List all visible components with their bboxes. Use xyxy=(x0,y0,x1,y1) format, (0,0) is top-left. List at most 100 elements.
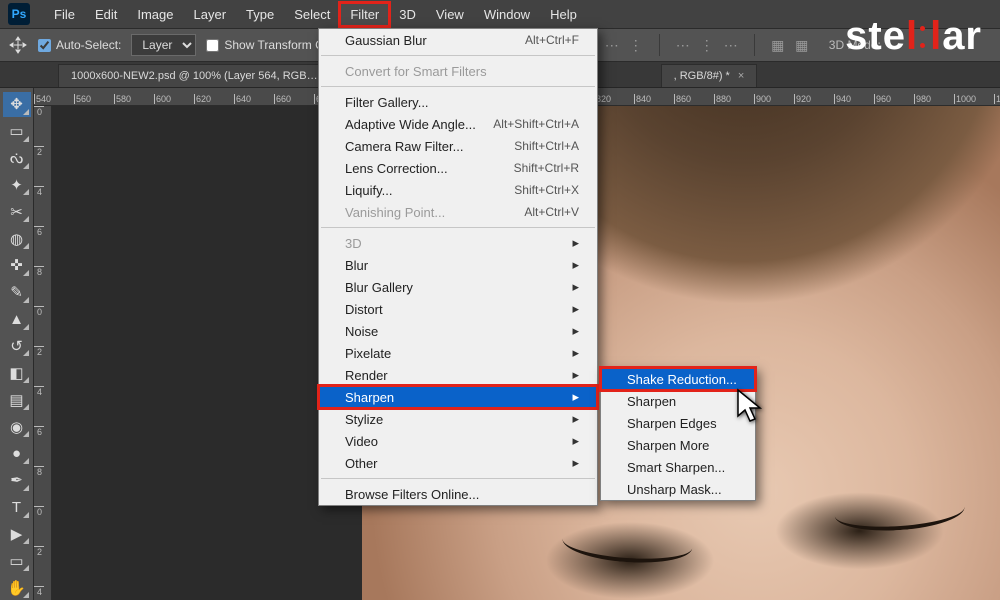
shape-tool[interactable]: ▭ xyxy=(3,548,31,573)
tool-tray: ✥▭ᔔ✦✂◍✜✎▲↺◧▤◉●✒T▶▭✋ xyxy=(0,88,34,600)
marquee-tool[interactable]: ▭ xyxy=(3,119,31,144)
menu-help[interactable]: Help xyxy=(540,3,587,26)
lasso-tool[interactable]: ᔔ xyxy=(3,146,31,171)
quick-select-tool[interactable]: ✦ xyxy=(3,173,31,198)
history-brush-tool[interactable]: ↺ xyxy=(3,334,31,359)
menu-item-pixelate[interactable]: Pixelate▸ xyxy=(319,342,597,364)
ruler-tick: 860 xyxy=(674,94,714,104)
menu-item-label: Sharpen More xyxy=(627,438,709,453)
image-detail xyxy=(834,499,965,534)
menu-file[interactable]: File xyxy=(44,3,85,26)
menu-filter[interactable]: Filter xyxy=(340,3,389,26)
ruler-tick: 580 xyxy=(114,94,154,104)
menu-item-sharpen[interactable]: Sharpen▸ xyxy=(319,386,597,408)
blur-tool[interactable]: ◉ xyxy=(3,414,31,439)
menu-item-blur[interactable]: Blur▸ xyxy=(319,254,597,276)
menu-3d[interactable]: 3D xyxy=(389,3,426,26)
ruler-tick: 0 xyxy=(34,306,51,346)
menu-item-gaussian-blur[interactable]: Gaussian BlurAlt+Ctrl+F xyxy=(319,29,597,51)
menu-item-distort[interactable]: Distort ▸ xyxy=(319,298,597,320)
arrange-icon[interactable]: ▦ xyxy=(793,37,811,54)
menu-view[interactable]: View xyxy=(426,3,474,26)
menu-item-blur-gallery[interactable]: Blur Gallery▸ xyxy=(319,276,597,298)
distribute-icons-2: ⋯ ⋮ ⋯ xyxy=(674,37,740,54)
document-tab[interactable]: , RGB/8#) * × xyxy=(661,64,758,87)
eraser-tool[interactable]: ◧ xyxy=(3,360,31,385)
dist-icon[interactable]: ⋮ xyxy=(627,37,645,54)
auto-select-input[interactable] xyxy=(38,39,51,52)
dist-icon[interactable]: ⋯ xyxy=(722,37,740,54)
menu-type[interactable]: Type xyxy=(236,3,284,26)
menu-item-other[interactable]: Other▸ xyxy=(319,452,597,474)
submenu-arrow-icon: ▸ xyxy=(572,301,579,317)
gradient-tool[interactable]: ▤ xyxy=(3,387,31,412)
ruler-tick: 0 xyxy=(34,106,51,146)
close-icon[interactable]: × xyxy=(738,70,744,82)
menu-item-label: Sharpen Edges xyxy=(627,416,717,431)
auto-select-target[interactable]: Layer xyxy=(131,34,196,56)
show-transform-input[interactable] xyxy=(206,39,219,52)
menu-item-shortcut: Alt+Ctrl+F xyxy=(525,33,579,47)
crop-tool[interactable]: ✂ xyxy=(3,199,31,224)
dodge-tool[interactable]: ● xyxy=(3,441,31,466)
menu-image[interactable]: Image xyxy=(127,3,183,26)
menu-item-sharpen-edges[interactable]: Sharpen Edges xyxy=(601,412,755,434)
menu-item-sharpen[interactable]: Sharpen xyxy=(601,390,755,412)
path-select-tool[interactable]: ▶ xyxy=(3,522,31,547)
dist-icon[interactable]: ⋯ xyxy=(603,37,621,54)
move-tool[interactable]: ✥ xyxy=(3,92,31,117)
arrange-icon[interactable]: ▦ xyxy=(769,37,787,54)
ruler-tick: 8 xyxy=(34,266,51,306)
pen-tool[interactable]: ✒ xyxy=(3,468,31,493)
menu-item-label: Camera Raw Filter... xyxy=(345,139,463,154)
brush-tool[interactable]: ✎ xyxy=(3,280,31,305)
type-tool[interactable]: T xyxy=(3,495,31,520)
menu-window[interactable]: Window xyxy=(474,3,540,26)
eyedropper-tool[interactable]: ◍ xyxy=(3,226,31,251)
menu-item-camera-raw-filter[interactable]: Camera Raw Filter...Shift+Ctrl+A xyxy=(319,135,597,157)
menu-item-adaptive-wide-angle[interactable]: Adaptive Wide Angle...Alt+Shift+Ctrl+A xyxy=(319,113,597,135)
menu-item-label: Stylize xyxy=(345,412,383,427)
menu-item-sharpen-more[interactable]: Sharpen More xyxy=(601,434,755,456)
ruler-tick: 900 xyxy=(754,94,794,104)
ruler-vertical: 0246802468024 xyxy=(34,106,52,600)
menu-item-3d: 3D▸ xyxy=(319,232,597,254)
submenu-arrow-icon: ▸ xyxy=(572,433,579,449)
menu-item-noise[interactable]: Noise▸ xyxy=(319,320,597,342)
menu-item-shake-reduction[interactable]: Shake Reduction... xyxy=(601,368,755,390)
menu-layer[interactable]: Layer xyxy=(184,3,237,26)
ruler-tick: 4 xyxy=(34,586,51,600)
menu-item-smart-sharpen[interactable]: Smart Sharpen... xyxy=(601,456,755,478)
ruler-tick: 540 xyxy=(34,94,74,104)
menu-item-label: Liquify... xyxy=(345,183,392,198)
menu-item-liquify[interactable]: Liquify...Shift+Ctrl+X xyxy=(319,179,597,201)
healing-brush-tool[interactable]: ✜ xyxy=(3,253,31,278)
menu-item-render[interactable]: Render▸ xyxy=(319,364,597,386)
menu-item-stylize[interactable]: Stylize ▸ xyxy=(319,408,597,430)
ruler-tick: 880 xyxy=(714,94,754,104)
submenu-arrow-icon: ▸ xyxy=(572,411,579,427)
menu-item-label: Lens Correction... xyxy=(345,161,448,176)
menu-item-label: Distort xyxy=(345,302,383,317)
menu-item-video[interactable]: Video▸ xyxy=(319,430,597,452)
menu-item-browse-filters-online[interactable]: Browse Filters Online... xyxy=(319,483,597,505)
menu-item-unsharp-mask[interactable]: Unsharp Mask... xyxy=(601,478,755,500)
sharpen-submenu: Shake Reduction...Sharpen Sharpen Edges Sh… xyxy=(600,367,756,501)
menu-item-lens-correction[interactable]: Lens Correction...Shift+Ctrl+R xyxy=(319,157,597,179)
menu-edit[interactable]: Edit xyxy=(85,3,127,26)
menu-item-label: Filter Gallery... xyxy=(345,95,429,110)
auto-select-label: Auto-Select: xyxy=(56,38,121,52)
hand-tool[interactable]: ✋ xyxy=(3,575,31,600)
dist-icon[interactable]: ⋮ xyxy=(698,37,716,54)
ruler-tick: 6 xyxy=(34,226,51,266)
dist-icon[interactable]: ⋯ xyxy=(674,37,692,54)
auto-select-checkbox[interactable]: Auto-Select: xyxy=(38,38,121,52)
menu-item-filter-gallery[interactable]: Filter Gallery... xyxy=(319,91,597,113)
ruler-tick: 600 xyxy=(154,94,194,104)
ruler-tick: 820 xyxy=(594,94,634,104)
menu-select[interactable]: Select xyxy=(284,3,340,26)
clone-stamp-tool[interactable]: ▲ xyxy=(3,307,31,332)
document-tab[interactable]: 1000x600-NEW2.psd @ 100% (Layer 564, RGB… xyxy=(58,64,331,87)
separator xyxy=(659,34,660,56)
submenu-arrow-icon: ▸ xyxy=(572,345,579,361)
